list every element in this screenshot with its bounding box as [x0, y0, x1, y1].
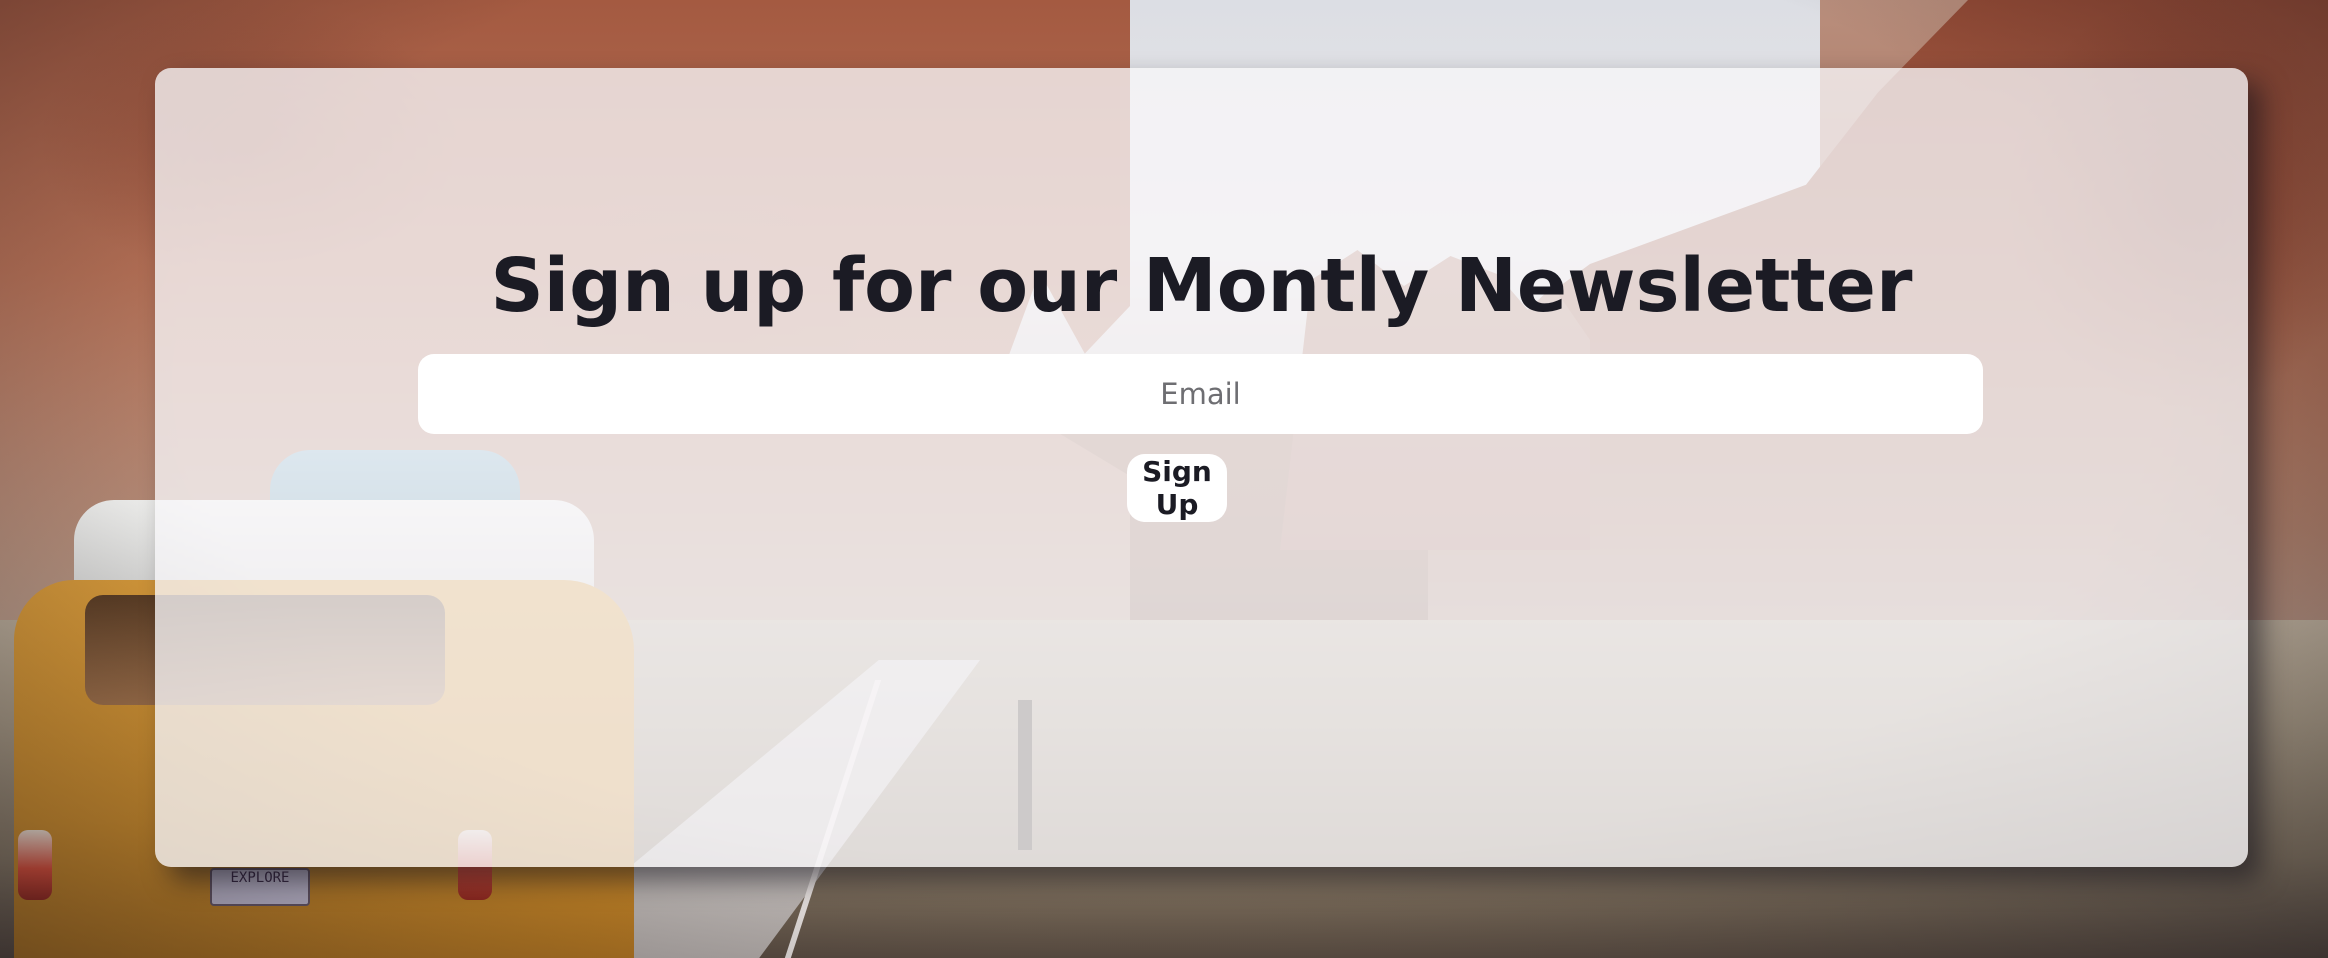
van-license-plate: EXPLORE: [210, 868, 310, 906]
newsletter-heading: Sign up for our Montly Newsletter: [490, 243, 1913, 329]
page-background: EXPLORE Sign up for our Montly Newslette…: [0, 0, 2328, 958]
newsletter-signup-card: Sign up for our Montly Newsletter Sign U…: [155, 68, 2248, 867]
van-tail-light-left: [18, 830, 52, 900]
sign-up-button[interactable]: Sign Up: [1127, 454, 1227, 522]
email-input[interactable]: [418, 354, 1983, 434]
